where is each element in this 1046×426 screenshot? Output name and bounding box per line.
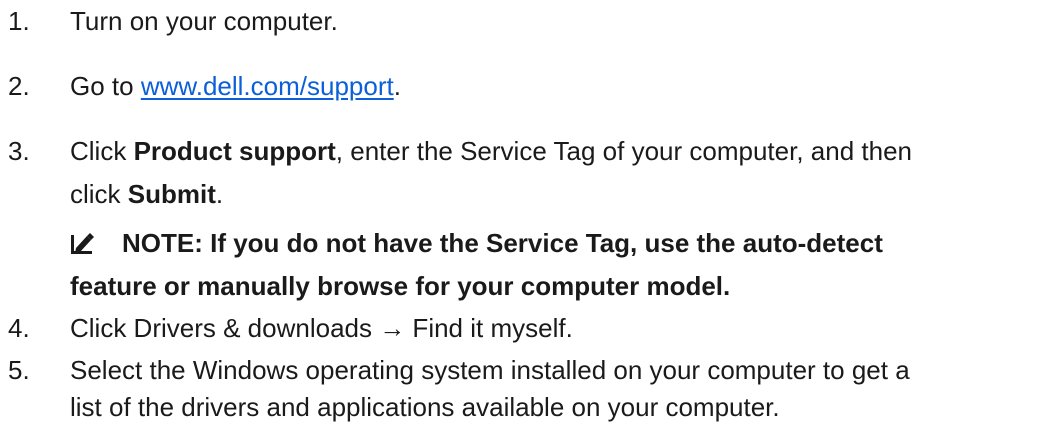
step-text-suffix: .	[393, 71, 401, 101]
step-text: Go to www.dell.com/support.	[70, 69, 401, 103]
product-support-label: Product support	[133, 136, 336, 166]
step-text: Select the Windows operating system inst…	[70, 355, 910, 385]
pencil-note-icon	[70, 229, 94, 254]
step-text: Click Product support, enter the Service…	[70, 134, 912, 168]
dell-support-link[interactable]: www.dell.com/support	[141, 71, 394, 101]
document-page: 1. Turn on your computer. 2. Go to www.d…	[0, 0, 1046, 426]
step-number: 4.	[8, 313, 30, 343]
step-number: 5.	[8, 355, 30, 385]
note-text-wrap: NOTE: If you do not have the Service Tag…	[70, 226, 883, 260]
step-text-prefix: Go to	[70, 71, 141, 101]
step-text-middle: , enter the Service Tag of your computer…	[335, 136, 912, 166]
step-text: Turn on your computer.	[70, 6, 338, 36]
step-number: 2.	[8, 71, 30, 101]
step-text-prefix: click	[70, 179, 128, 209]
note-text: NOTE: If you do not have the Service Tag…	[122, 228, 883, 258]
step-text-continued: list of the drivers and applications ava…	[70, 392, 780, 422]
step-text-prefix: Click	[70, 136, 134, 166]
note-text-continued: feature or manually browse for your comp…	[70, 271, 731, 301]
step-text-suffix: .	[215, 179, 224, 209]
step-text: Click Drivers & downloads → Find it myse…	[70, 313, 573, 343]
submit-label: Submit	[127, 179, 216, 209]
step-text-continued: click Submit.	[70, 177, 223, 211]
step-number: 3.	[8, 136, 30, 166]
step-number: 1.	[8, 6, 30, 36]
